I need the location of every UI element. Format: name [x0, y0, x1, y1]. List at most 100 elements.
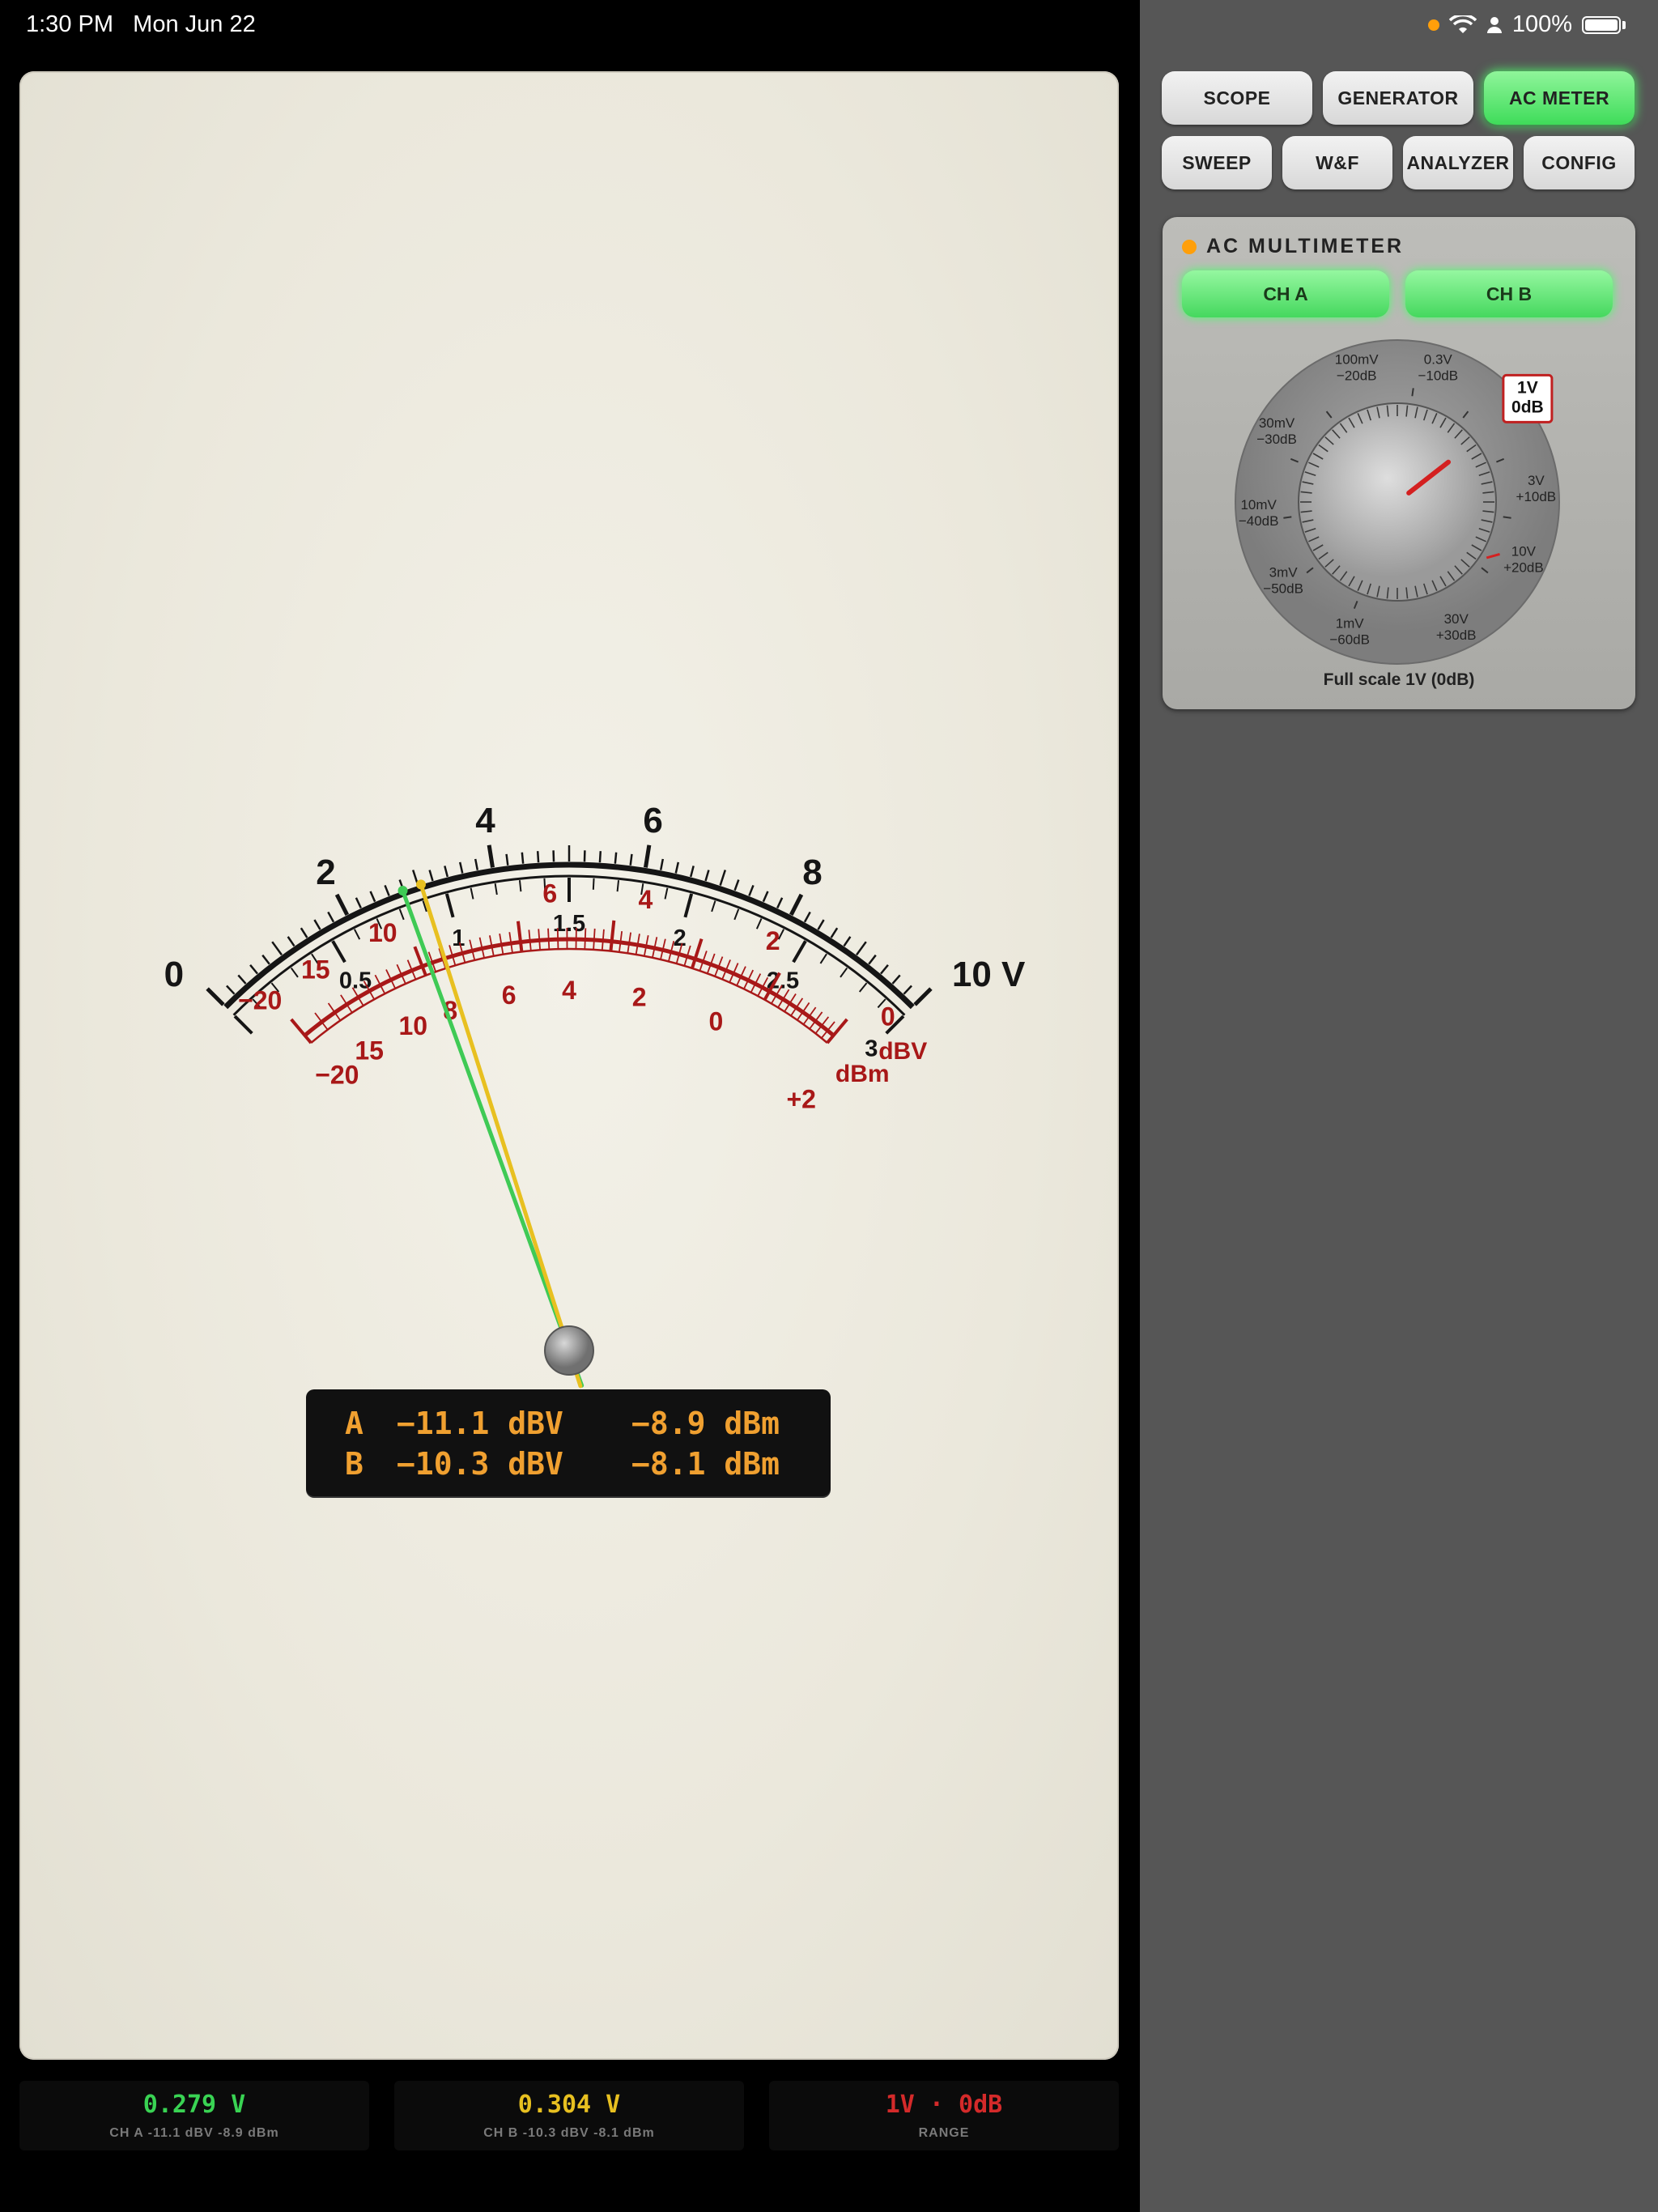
range-knob[interactable]: 1mV−60dB3mV−50dB10mV−40dB30mV−30dB100mV−…	[1163, 217, 1635, 670]
status-date: Mon Jun 22	[133, 11, 256, 37]
range-label: RANGE	[918, 2126, 970, 2140]
range-label-volts: 3V	[1528, 473, 1545, 488]
tab-wf[interactable]: W&F	[1282, 136, 1392, 189]
range-label-db: −50dB	[1263, 581, 1303, 597]
ch-a-levels: CH A -11.1 dBV -8.9 dBm	[109, 2126, 279, 2140]
knob-detent-tick	[1411, 388, 1414, 397]
volt-tick	[300, 927, 308, 938]
volt-tick	[629, 853, 633, 866]
dbv-label: 0	[881, 1002, 895, 1031]
volt3-tick	[494, 883, 498, 895]
volt3-tick	[331, 940, 346, 963]
db-tick	[609, 920, 616, 951]
range-label-volts: 10mV	[1240, 497, 1277, 513]
volt-tick	[271, 941, 283, 956]
tab-config[interactable]: CONFIG	[1524, 136, 1635, 189]
volt-major-label: 0	[164, 955, 184, 994]
range-label-volts: 1mV	[1336, 616, 1365, 632]
volt-major-label: 8	[802, 853, 822, 892]
volt-tick	[237, 974, 247, 985]
volt3-tick	[444, 893, 455, 918]
range-label-db: −10dB	[1418, 368, 1458, 384]
dbv-label: 4	[638, 885, 653, 914]
volt3-tick	[840, 967, 848, 978]
range-summary: 1V · 0dB RANGE	[769, 2081, 1119, 2150]
tab-ac-meter[interactable]: AC METER	[1484, 71, 1635, 125]
volt-minor-label: 1	[452, 925, 465, 951]
volt-tick	[762, 891, 769, 903]
dbm-label: 6	[502, 981, 517, 1010]
battery-percent: 100%	[1511, 11, 1572, 37]
volt-major-label: 4	[475, 801, 495, 840]
needle-pivot	[544, 1325, 594, 1376]
volt-tick	[674, 861, 680, 874]
level-readout: A −11.1 dBV −8.9 dBm B −10.3 dBV −8.1 dB…	[306, 1389, 831, 1496]
tab-sweep[interactable]: SWEEP	[1162, 136, 1272, 189]
volt-tick	[458, 861, 464, 874]
range-label-db: +30dB	[1436, 627, 1477, 643]
readout-row-b: B −10.3 dBV −8.1 dBm	[345, 1446, 780, 1482]
volt3-tick	[233, 1015, 253, 1035]
battery-icon	[1582, 15, 1621, 34]
volt-tick	[659, 858, 665, 870]
needle-ch-b-tip	[415, 879, 426, 890]
volt-tick	[287, 936, 295, 947]
range-label-volts: 30mV	[1259, 415, 1295, 431]
volt-tick	[733, 879, 740, 891]
db-tick	[556, 928, 559, 950]
person-icon	[1486, 16, 1502, 33]
full-scale-label: Full scale 1V (0dB)	[1323, 670, 1475, 689]
dbv-label: 10	[368, 918, 397, 947]
volt3-tick	[858, 982, 868, 993]
dbm-unit: dBm	[835, 1061, 890, 1087]
volt3-tick	[290, 967, 299, 978]
db-tick	[601, 929, 605, 951]
volt-tick	[817, 919, 825, 930]
volt3-tick	[755, 918, 763, 929]
volt3-tick	[518, 880, 522, 892]
privacy-indicator-icon	[1427, 19, 1439, 31]
dbm-label: 15	[355, 1036, 384, 1066]
volt-tick	[313, 919, 321, 930]
volt-tick	[521, 852, 525, 864]
volt-tick	[880, 964, 889, 975]
needle-ch-b	[419, 882, 583, 1389]
readout-row-a: A −11.1 dBV −8.9 dBm	[345, 1406, 780, 1441]
volt3-tick	[683, 893, 694, 918]
volt-tick	[614, 852, 618, 864]
tab-analyzer[interactable]: ANALYZER	[1403, 136, 1513, 189]
volt-major-label: 2	[316, 853, 335, 892]
volt3-tick	[664, 887, 669, 900]
status-time: 1:30 PM Mon Jun 22	[26, 11, 256, 38]
ch-b-summary: 0.304 V CH B -10.3 dBV -8.1 dBm	[394, 2081, 744, 2150]
volt-tick	[487, 844, 495, 868]
volt-minor-label: 2	[674, 925, 687, 951]
range-label-volts: 1V	[1517, 378, 1538, 397]
db-tick	[547, 928, 551, 950]
volt-minor-label: 3	[865, 1036, 878, 1062]
volt3-tick	[616, 880, 620, 892]
ch-b-levels: CH B -10.3 dBV -8.1 dBm	[483, 2126, 655, 2140]
volt-tick	[327, 911, 335, 923]
volt-tick	[789, 893, 804, 916]
volt3-tick	[819, 953, 827, 964]
range-label-db: −20dB	[1337, 368, 1377, 384]
volt3-tick	[398, 908, 405, 921]
volt-tick	[803, 911, 811, 923]
volt-major-label: 10 V	[952, 955, 1026, 994]
volt-tick	[261, 954, 270, 965]
volt-tick	[598, 851, 602, 863]
tab-scope[interactable]: SCOPE	[1162, 71, 1312, 125]
range-label-db: −30dB	[1256, 432, 1297, 447]
wifi-icon	[1448, 15, 1477, 33]
dbv-label: −20	[238, 985, 282, 1015]
knob-dial	[1298, 402, 1497, 602]
range-label-volts: 100mV	[1335, 352, 1380, 368]
range-label-volts: 0.3V	[1424, 352, 1453, 368]
volt3-tick	[592, 878, 595, 890]
dbm-label: 4	[562, 976, 576, 1005]
tab-generator[interactable]: GENERATOR	[1323, 71, 1473, 125]
ch-b-voltage: 0.304 V	[517, 2091, 621, 2119]
volt-tick	[856, 941, 867, 956]
analog-meter-face: 0 2 4 6 8 10 V 0.5 1 1.5 2 2.5 3 −20 15 10 6 4 2 0 dBV −20 15…	[19, 71, 1119, 2060]
